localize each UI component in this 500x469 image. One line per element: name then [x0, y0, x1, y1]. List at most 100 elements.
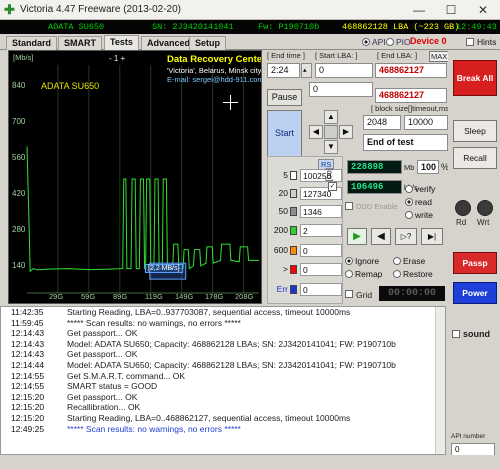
speed-counter: 106496 [347, 180, 402, 194]
log-scrollbar[interactable] [435, 307, 445, 454]
ignore-label: Ignore [355, 256, 380, 266]
read-radio[interactable]: read [405, 197, 432, 207]
read-label: read [415, 197, 433, 207]
api-radio-dot [362, 38, 370, 46]
arrow-down-icon[interactable]: ▼ [324, 140, 338, 154]
timing-label: 200 [273, 225, 288, 235]
power-button[interactable]: Power [453, 282, 497, 304]
api-radio[interactable]: API [362, 37, 386, 47]
pause-button[interactable]: Pause [267, 89, 302, 106]
tab-standard[interactable]: Standard [6, 36, 58, 50]
verify-radio[interactable]: verify [405, 184, 435, 194]
restore-radio-dot [393, 270, 401, 278]
end-of-test-select[interactable]: End of test [363, 134, 448, 151]
log-row: 12:14:55 Get S.M.A.R.T. command... OK [1, 371, 445, 382]
log-row: 11:59:45 ***** Scan results: no warnings,… [1, 318, 445, 329]
timing-row-50ms: 50 1346 [268, 205, 344, 218]
sound-checkbox[interactable] [452, 330, 460, 338]
tab-tests[interactable]: Tests [104, 35, 139, 51]
timing-color-swatch [290, 207, 297, 216]
log-row: 12:14:44 Model: ADATA SU650; Capacity: 46… [1, 360, 445, 371]
log-message: ***** Scan results: no warnings, no erro… [67, 423, 241, 434]
hints-label: Hints [477, 37, 497, 47]
tab-smart[interactable]: SMART [58, 36, 102, 50]
remap-label: Remap [355, 269, 383, 279]
timing-checkbox[interactable]: ✓ [328, 182, 337, 191]
close-button[interactable]: ✕ [468, 2, 498, 18]
arrow-up-icon[interactable]: ▲ [324, 110, 338, 124]
log-time: 12:15:20 [11, 391, 45, 402]
tab-bar: Standard SMART Tests Advanced Setup API … [0, 34, 500, 51]
timing-label: 20 [278, 188, 288, 198]
log-row: 12:14:43 Get passport... OK [1, 349, 445, 360]
log-time: 12:14:43 [11, 328, 45, 339]
sound-label: sound [463, 329, 490, 339]
x-tick-label: 149G [175, 292, 194, 301]
log-row: 12:15:20 Recallibration... OK [1, 402, 445, 413]
drive-info-bar: ADATA SU650 SN: 2J3420141041 Fw: P190710… [0, 20, 500, 34]
arrow-right-icon[interactable]: ▶ [339, 125, 353, 139]
api-number-label: API number [451, 433, 486, 440]
maximize-button[interactable]: ☐ [436, 2, 466, 18]
write-radio[interactable]: write [405, 210, 433, 220]
grid-checkbox[interactable] [345, 290, 353, 298]
ad-email: E-mail: sergei@hdd-911.com [167, 75, 262, 84]
timing-label: 5 [283, 170, 288, 180]
start-lba-input[interactable]: 0 [315, 63, 373, 78]
minimize-button[interactable]: — [404, 2, 434, 18]
skip-end-icon[interactable]: ▶| [421, 228, 443, 245]
drive-capacity: 468862128 LBA (~223 GB) [342, 22, 460, 32]
write-label: write [415, 210, 433, 220]
log-message: Get passport... OK [67, 349, 138, 360]
log-message: Model: ADATA SU650; Capacity: 468862128 … [67, 359, 396, 370]
current-lba-input[interactable]: 0 [309, 82, 373, 97]
event-log[interactable]: 11:42:35 Starting Reading, LBA=0..9377030… [0, 306, 446, 455]
log-message: SMART status = GOOD [67, 381, 158, 392]
log-time: 12:14:44 [11, 359, 45, 370]
ignore-radio-dot [345, 257, 353, 265]
erase-label: Erase [403, 256, 426, 266]
elapsed-timer: 00:00:00 [379, 286, 445, 301]
log-message: Get passport... OK [67, 391, 138, 402]
log-time: 12:14:43 [11, 338, 45, 349]
ddd-label: DDD Enable [356, 202, 398, 211]
ignore-radio[interactable]: Ignore [345, 256, 379, 266]
end-lba-label: [ End LBA: ] [377, 51, 418, 60]
sleep-button[interactable]: Sleep [453, 120, 497, 142]
remap-radio-dot [345, 270, 353, 278]
timeout-select[interactable]: 10000 [404, 115, 448, 130]
timing-count: 0 [300, 283, 342, 296]
graph-page-control[interactable]: - 1 + [109, 54, 125, 63]
start-button[interactable]: Start [267, 110, 302, 157]
play-icon[interactable]: ▶ [347, 228, 367, 245]
max-lba-button[interactable]: MAX [429, 51, 450, 62]
break-all-button[interactable]: Break All [453, 60, 497, 96]
block-size-select[interactable]: 2048 [363, 115, 401, 130]
end-time-spinner-icon[interactable]: ▴ [301, 63, 312, 78]
hints-checkbox[interactable] [466, 38, 474, 46]
remap-radio[interactable]: Remap [345, 269, 382, 279]
recall-button[interactable]: Recall [453, 147, 497, 169]
end-lba-input[interactable]: 468862127 [375, 63, 447, 78]
log-time: 12:15:20 [11, 402, 45, 413]
restore-radio[interactable]: Restore [393, 269, 433, 279]
pio-radio[interactable]: PIO [386, 37, 411, 47]
ddd-checkbox[interactable] [345, 202, 353, 210]
x-tick-label: 208G [235, 292, 254, 301]
x-tick-label: 89G [113, 292, 128, 301]
log-message: Model: ADATA SU650; Capacity: 468862128 … [67, 338, 396, 349]
timing-color-swatch [290, 189, 297, 198]
reverse-icon[interactable]: ◀ [371, 228, 391, 245]
log-message: ***** Scan results: no warnings, no erro… [67, 317, 241, 328]
log-message: Get S.M.A.R.T. command... OK [67, 370, 186, 381]
tab-advanced[interactable]: Advanced [141, 36, 197, 50]
restore-label: Restore [403, 269, 433, 279]
end-lba-field[interactable]: 468862127 [375, 88, 447, 103]
skip-icon[interactable]: ▷? [395, 228, 417, 245]
tab-setup[interactable]: Setup [189, 36, 227, 50]
erase-radio[interactable]: Erase [393, 256, 425, 266]
end-time-input[interactable]: 2:24 [267, 63, 300, 78]
center-icon[interactable] [324, 125, 338, 139]
passp-button[interactable]: Passp [453, 252, 497, 274]
arrow-left-icon[interactable]: ◀ [309, 125, 323, 139]
